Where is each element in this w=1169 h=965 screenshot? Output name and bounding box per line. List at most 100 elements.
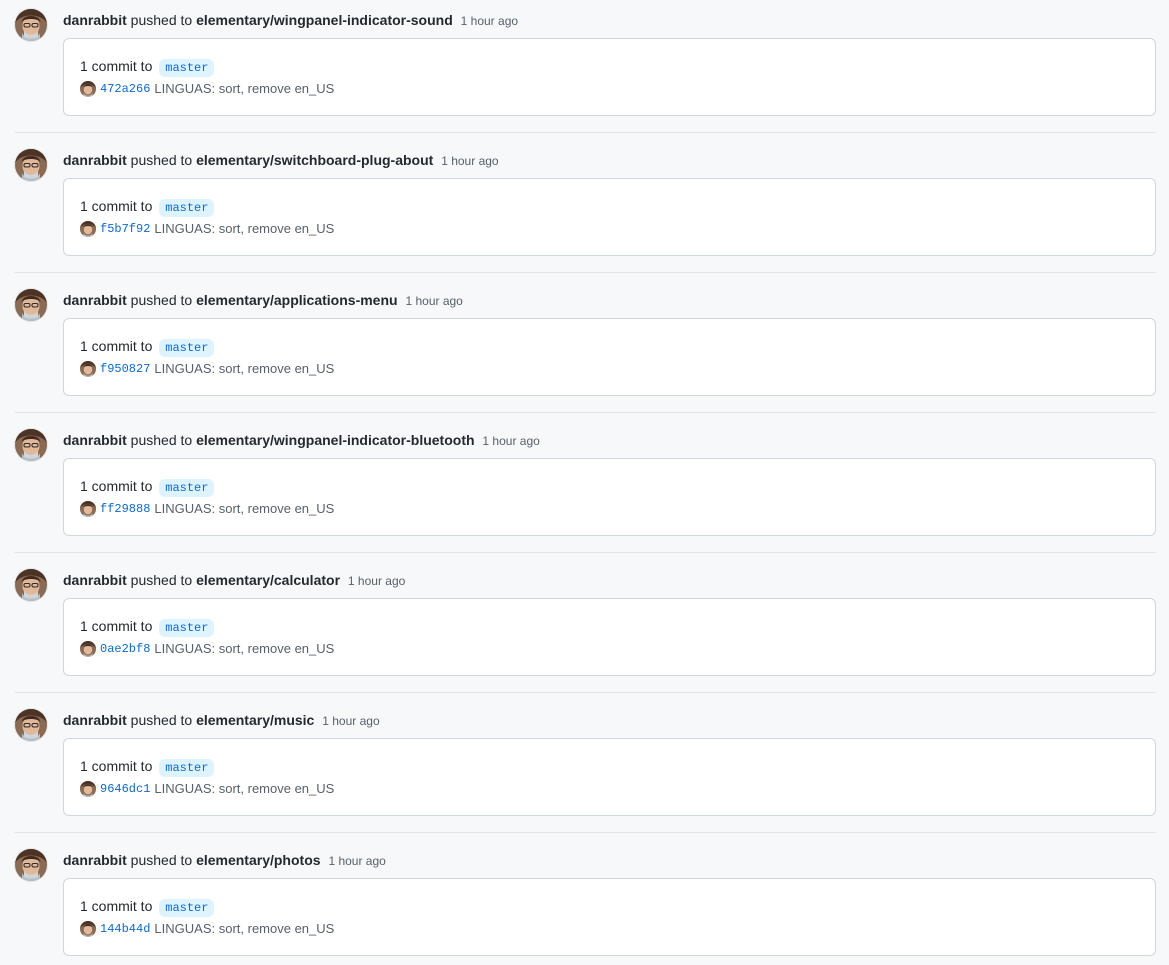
author-avatar-icon[interactable] [80,361,96,377]
push-event: danrabbit pushed to elementary/calculato… [0,560,1169,700]
push-event: danrabbit pushed to elementary/wingpanel… [0,420,1169,560]
commit-message: LINGUAS: sort, remove en_US [154,81,335,96]
author-avatar-icon[interactable] [80,781,96,797]
commit-message: LINGUAS: sort, remove en_US [154,921,335,936]
event-timestamp[interactable]: 1 hour ago [322,714,379,728]
event-action-text: pushed to [130,152,193,168]
commit-sha-link[interactable]: f950827 [100,360,150,378]
event-headline: danrabbit pushed to elementary/photos 1 … [63,851,386,870]
username-link[interactable]: danrabbit [63,432,127,448]
commit-entry: 144b44d LINGUAS: sort, remove en_US [80,920,334,938]
username-link[interactable]: danrabbit [63,152,127,168]
push-details-card: 1 commit to master f950827 LINGUAS: sort… [63,318,1156,396]
commit-entry: f950827 LINGUAS: sort, remove en_US [80,360,334,378]
repository-link[interactable]: elementary/applications-menu [196,292,398,308]
author-avatar-icon[interactable] [80,501,96,517]
user-avatar[interactable] [15,149,47,181]
push-event: danrabbit pushed to elementary/music 1 h… [0,700,1169,840]
commit-summary: 1 commit to master [80,617,215,637]
event-timestamp[interactable]: 1 hour ago [405,294,462,308]
commit-count-text: 1 commit to [80,618,153,634]
push-details-card: 1 commit to master f5b7f92 LINGUAS: sort… [63,178,1156,256]
event-headline: danrabbit pushed to elementary/wingpanel… [63,11,518,30]
event-timestamp[interactable]: 1 hour ago [348,574,405,588]
avatar-photo-icon [15,569,47,601]
commit-sha-link[interactable]: 9646dc1 [100,780,150,798]
event-headline: danrabbit pushed to elementary/music 1 h… [63,711,380,730]
commit-count-text: 1 commit to [80,758,153,774]
commit-message: LINGUAS: sort, remove en_US [154,641,335,656]
commit-sha-link[interactable]: 144b44d [100,920,150,938]
username-link[interactable]: danrabbit [63,712,127,728]
commit-summary: 1 commit to master [80,897,215,917]
event-action-text: pushed to [130,712,193,728]
branch-link[interactable]: master [159,619,215,637]
branch-link[interactable]: master [159,199,215,217]
commit-summary: 1 commit to master [80,197,215,217]
branch-link[interactable]: master [159,479,215,497]
repository-link[interactable]: elementary/photos [196,852,320,868]
push-details-card: 1 commit to master 0ae2bf8 LINGUAS: sort… [63,598,1156,676]
commit-sha-link[interactable]: ff29888 [100,500,150,518]
event-action-text: pushed to [130,432,193,448]
push-details-card: 1 commit to master 472a266 LINGUAS: sort… [63,38,1156,116]
commit-entry: 9646dc1 LINGUAS: sort, remove en_US [80,780,334,798]
push-event: danrabbit pushed to elementary/switchboa… [0,140,1169,280]
author-avatar-icon[interactable] [80,641,96,657]
repository-link[interactable]: elementary/wingpanel-indicator-sound [196,12,453,28]
user-avatar[interactable] [15,849,47,881]
commit-entry: f5b7f92 LINGUAS: sort, remove en_US [80,220,334,238]
avatar-photo-icon [15,429,47,461]
avatar-photo-icon [15,849,47,881]
username-link[interactable]: danrabbit [63,12,127,28]
activity-feed: danrabbit pushed to elementary/wingpanel… [0,0,1169,965]
event-headline: danrabbit pushed to elementary/calculato… [63,571,405,590]
event-timestamp[interactable]: 1 hour ago [461,14,518,28]
author-avatar-icon[interactable] [80,81,96,97]
avatar-photo-icon [15,9,47,41]
user-avatar[interactable] [15,289,47,321]
branch-link[interactable]: master [159,899,215,917]
repository-link[interactable]: elementary/calculator [196,572,340,588]
commit-count-text: 1 commit to [80,338,153,354]
commit-sha-link[interactable]: 472a266 [100,80,150,98]
user-avatar[interactable] [15,429,47,461]
author-avatar-icon[interactable] [80,221,96,237]
event-timestamp[interactable]: 1 hour ago [441,154,498,168]
event-headline: danrabbit pushed to elementary/wingpanel… [63,431,540,450]
commit-summary: 1 commit to master [80,337,215,357]
repository-link[interactable]: elementary/wingpanel-indicator-bluetooth [196,432,474,448]
branch-link[interactable]: master [159,759,215,777]
commit-sha-link[interactable]: 0ae2bf8 [100,640,150,658]
repository-link[interactable]: elementary/switchboard-plug-about [196,152,433,168]
branch-link[interactable]: master [159,339,215,357]
user-avatar[interactable] [15,9,47,41]
commit-sha-link[interactable]: f5b7f92 [100,220,150,238]
user-avatar[interactable] [15,709,47,741]
branch-link[interactable]: master [159,59,215,77]
commit-count-text: 1 commit to [80,58,153,74]
push-details-card: 1 commit to master ff29888 LINGUAS: sort… [63,458,1156,536]
push-event: danrabbit pushed to elementary/applicati… [0,280,1169,420]
avatar-photo-icon [15,709,47,741]
username-link[interactable]: danrabbit [63,292,127,308]
event-timestamp[interactable]: 1 hour ago [328,854,385,868]
username-link[interactable]: danrabbit [63,852,127,868]
event-headline: danrabbit pushed to elementary/applicati… [63,291,463,310]
repository-link[interactable]: elementary/music [196,712,314,728]
event-timestamp[interactable]: 1 hour ago [482,434,539,448]
commit-summary: 1 commit to master [80,57,215,77]
user-avatar[interactable] [15,569,47,601]
commit-summary: 1 commit to master [80,757,215,777]
push-details-card: 1 commit to master 9646dc1 LINGUAS: sort… [63,738,1156,816]
commit-message: LINGUAS: sort, remove en_US [154,221,335,236]
event-action-text: pushed to [130,292,193,308]
commit-count-text: 1 commit to [80,478,153,494]
username-link[interactable]: danrabbit [63,572,127,588]
author-avatar-icon[interactable] [80,921,96,937]
commit-count-text: 1 commit to [80,898,153,914]
push-event: danrabbit pushed to elementary/photos 1 … [0,840,1169,965]
push-details-card: 1 commit to master 144b44d LINGUAS: sort… [63,878,1156,956]
event-action-text: pushed to [130,12,193,28]
commit-summary: 1 commit to master [80,477,215,497]
